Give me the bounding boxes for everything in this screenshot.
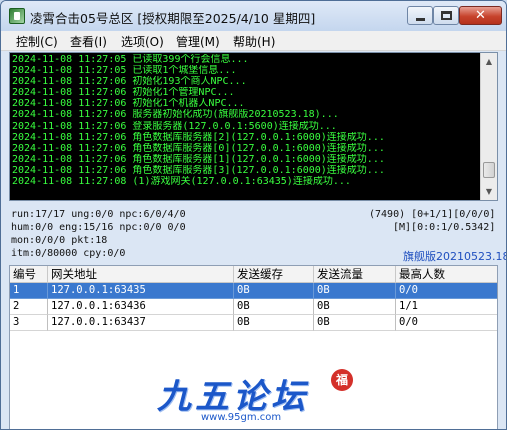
menu-options[interactable]: 选项(O)	[121, 33, 164, 50]
cell-gateway-address: 127.0.0.1:63435	[48, 283, 234, 299]
cell-send-buffer: 0B	[234, 299, 314, 315]
scroll-up-icon[interactable]: ▲	[482, 54, 496, 69]
menu-manage[interactable]: 管理(M)	[176, 33, 220, 50]
log-line: 2024-11-08 11:27:08 (1)游戏网关(127.0.0.1:63…	[12, 176, 351, 188]
log-line: 2024-11-08 11:27:06 角色数据库服务器[2](127.0.0.…	[12, 131, 385, 143]
scroll-down-icon[interactable]: ▼	[482, 184, 496, 199]
logo-text: 九五论坛	[157, 377, 309, 417]
cell-send-traffic: 0B	[314, 299, 396, 315]
status-mon: mon:0/0/0 pkt:18	[11, 235, 108, 246]
server-window: 凌霄合击05号总区 [授权期限至2025/4/10 星期四] ✕ 控制(C) 查…	[0, 0, 507, 430]
app-icon[interactable]	[9, 8, 25, 24]
cell-send-buffer: 0B	[234, 315, 314, 331]
cell-max-users: 1/1	[396, 299, 497, 315]
log-line: 2024-11-08 11:27:06 初始化1个机器人NPC...	[12, 98, 245, 110]
table-header: 编号 网关地址 发送缓存 发送流量 最高人数	[10, 266, 497, 283]
status-itm: itm:0/80000 cpy:0/0	[11, 248, 126, 259]
status-panel: run:17/17 ung:0/0 npc:6/0/4/0 hum:0/0 en…	[11, 207, 506, 263]
cell-send-traffic: 0B	[314, 283, 396, 299]
title-bar[interactable]: 凌霄合击05号总区 [授权期限至2025/4/10 星期四] ✕	[1, 1, 506, 31]
log-line: 2024-11-08 11:27:05 已读取1个城堡信息...	[12, 65, 237, 77]
log-line: 2024-11-08 11:27:06 角色数据库服务器[0](127.0.0.…	[12, 142, 385, 154]
cell-number: 3	[10, 315, 48, 331]
console-scrollbar[interactable]: ▲ ▼	[480, 53, 497, 200]
cell-gateway-address: 127.0.0.1:63436	[48, 299, 234, 315]
log-line: 2024-11-08 11:27:06 登录服务器(127.0.0.1:5600…	[12, 120, 337, 132]
cell-max-users: 0/0	[396, 315, 497, 331]
edition-label: 旗舰版20210523.18	[403, 250, 507, 263]
col-max-users[interactable]: 最高人数	[396, 266, 497, 283]
close-button[interactable]: ✕	[459, 6, 502, 25]
maximize-icon	[441, 11, 452, 20]
col-gateway-address[interactable]: 网关地址	[48, 266, 234, 283]
log-line: 2024-11-08 11:27:06 服务器初始化成功(旗舰版20210523…	[12, 109, 339, 121]
status-counters: (7490) [0+1/1][0/0/0]	[369, 209, 496, 220]
maximize-button[interactable]	[433, 6, 459, 25]
menu-control[interactable]: 控制(C)	[16, 33, 58, 50]
logo-url: www.95gm.com	[201, 412, 282, 423]
cell-max-users: 0/0	[396, 283, 497, 299]
log-lines: 2024-11-08 11:27:05 已读取399个行会信息... 2024-…	[12, 54, 480, 187]
log-line: 2024-11-08 11:27:06 初始化1个管理NPC...	[12, 87, 235, 99]
cell-number: 1	[10, 283, 48, 299]
log-line: 2024-11-08 11:27:06 初始化193个商人NPC...	[12, 76, 247, 88]
log-line: 2024-11-08 11:27:06 角色数据库服务器[3](127.0.0.…	[12, 164, 385, 176]
window-title: 凌霄合击05号总区 [授权期限至2025/4/10 星期四]	[30, 11, 316, 26]
col-send-buffer[interactable]: 发送缓存	[234, 266, 314, 283]
minimize-button[interactable]	[407, 6, 433, 25]
table-row[interactable]: 3 127.0.0.1:63437 0B 0B 0/0	[10, 315, 497, 331]
seal-icon: 福	[331, 369, 353, 391]
watermark-logo: 九五论坛 福 www.95gm.com	[151, 369, 361, 425]
cell-gateway-address: 127.0.0.1:63437	[48, 315, 234, 331]
cell-send-traffic: 0B	[314, 315, 396, 331]
log-line: 2024-11-08 11:27:06 角色数据库服务器[1](127.0.0.…	[12, 153, 385, 165]
log-line: 2024-11-08 11:27:05 已读取399个行会信息...	[12, 54, 249, 65]
menu-help[interactable]: 帮助(H)	[233, 33, 275, 50]
menu-view[interactable]: 查看(I)	[70, 33, 107, 50]
cell-number: 2	[10, 299, 48, 315]
scroll-thumb[interactable]	[483, 162, 495, 178]
log-console[interactable]: 2024-11-08 11:27:05 已读取399个行会信息... 2024-…	[9, 52, 498, 201]
status-memory: [M][0:0:1/0.5342]	[393, 222, 496, 233]
close-icon: ✕	[475, 8, 486, 23]
col-number[interactable]: 编号	[10, 266, 48, 283]
table-row[interactable]: 1 127.0.0.1:63435 0B 0B 0/0	[10, 283, 497, 299]
cell-send-buffer: 0B	[234, 283, 314, 299]
table-row[interactable]: 2 127.0.0.1:63436 0B 0B 1/1	[10, 299, 497, 315]
status-run: run:17/17 ung:0/0 npc:6/0/4/0	[11, 209, 186, 220]
minimize-icon	[416, 18, 425, 21]
menu-bar: 控制(C) 查看(I) 选项(O) 管理(M) 帮助(H)	[1, 31, 506, 51]
col-send-traffic[interactable]: 发送流量	[314, 266, 396, 283]
status-hum: hum:0/0 eng:15/16 npc:0/0 0/0	[11, 222, 186, 233]
